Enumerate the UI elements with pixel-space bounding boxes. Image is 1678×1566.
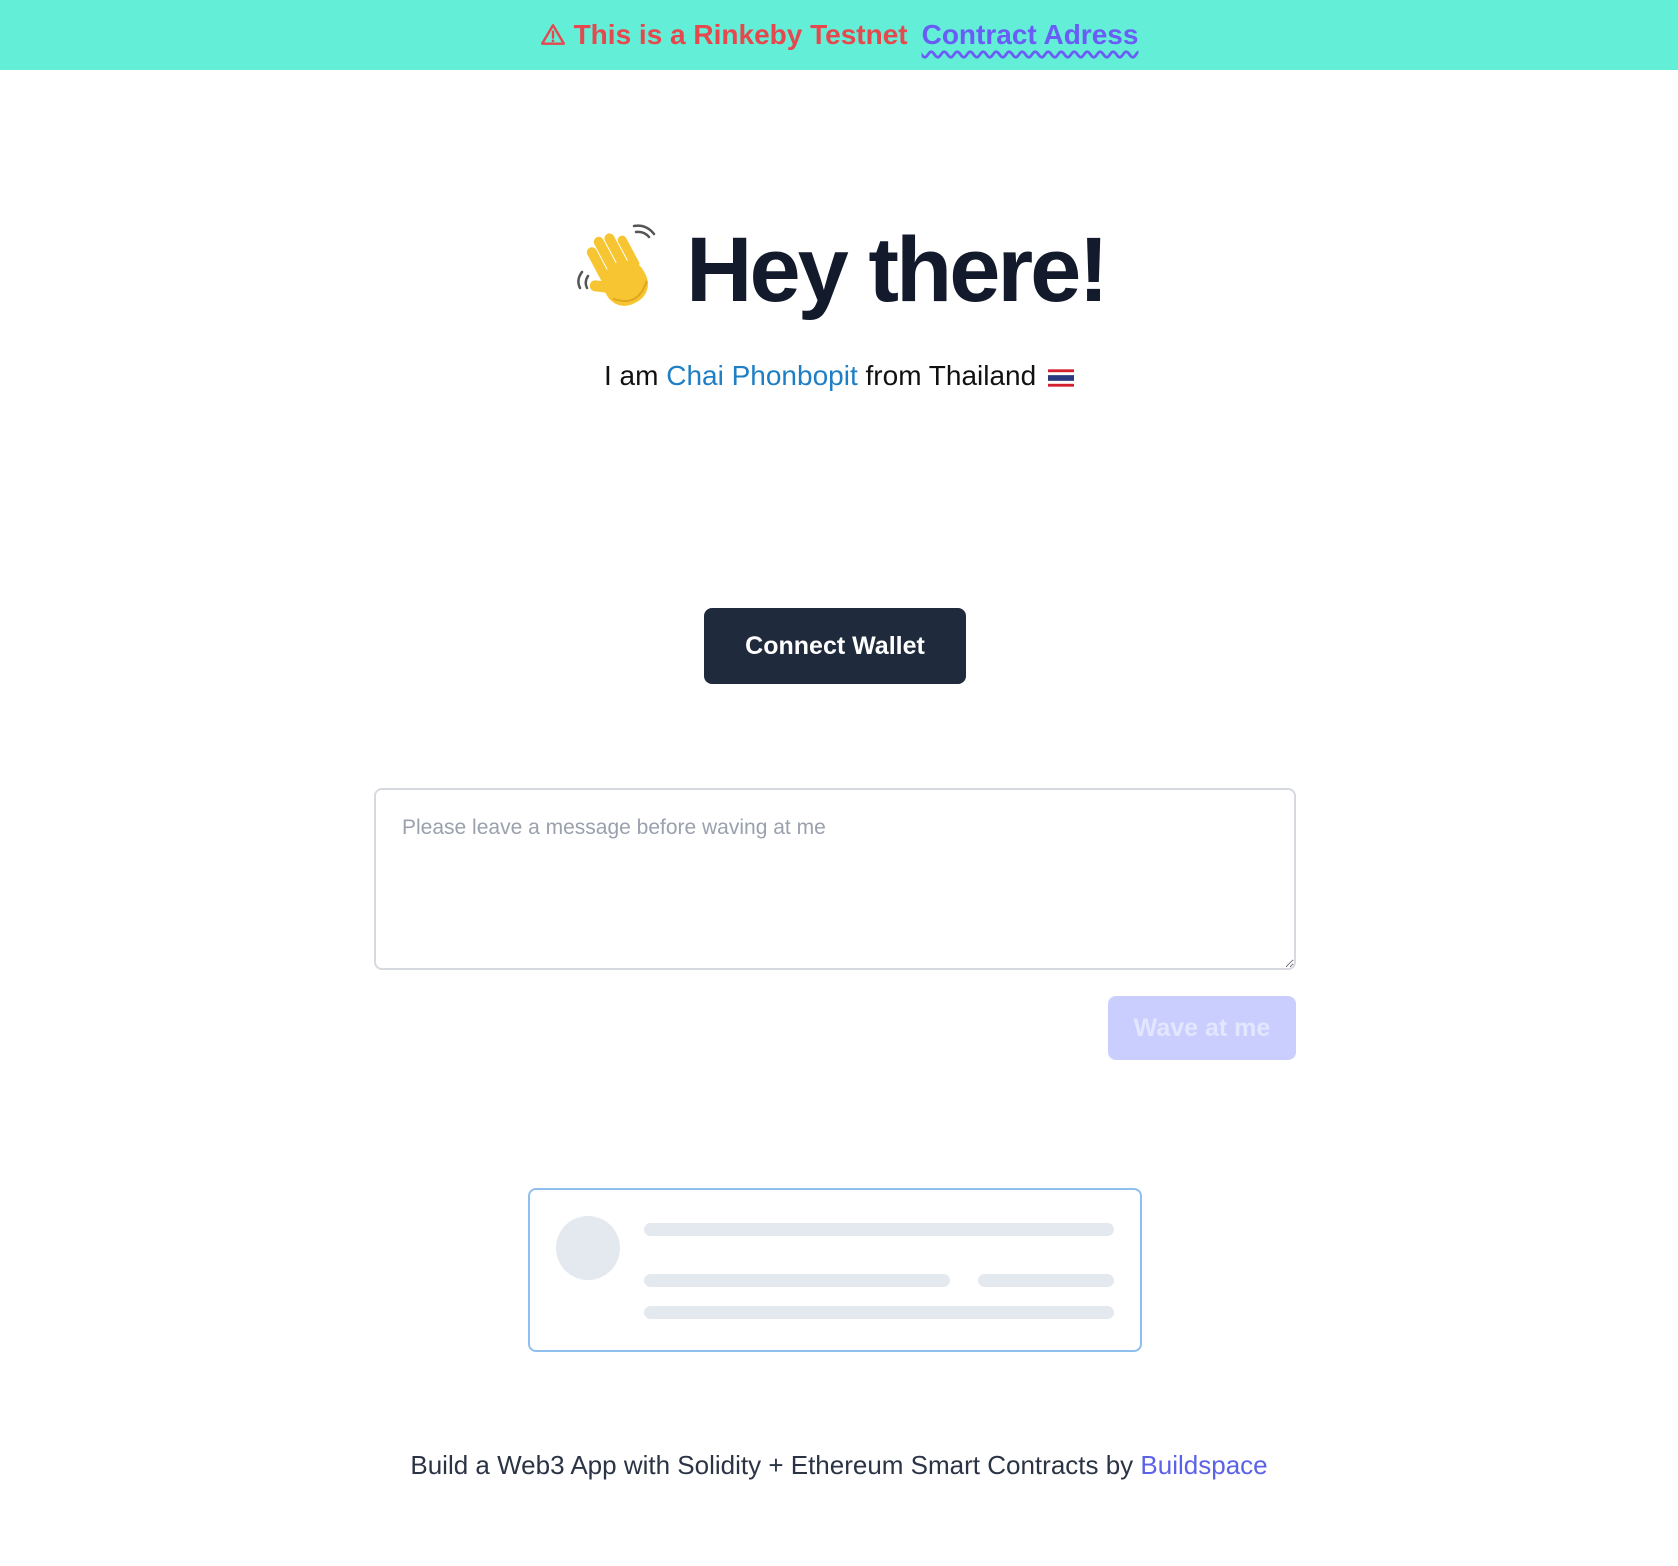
intro-line: I am Chai Phonbopit from Thailand <box>0 360 1678 392</box>
message-input[interactable] <box>374 788 1296 970</box>
page-title: Hey there! <box>686 219 1109 321</box>
hero: Hey there! <box>0 220 1678 320</box>
contract-address-link[interactable]: Contract Adress <box>922 19 1139 51</box>
testnet-warning-text: This is a Rinkeby Testnet <box>573 19 908 50</box>
footer: Build a Web3 App with Solidity + Ethereu… <box>0 1450 1678 1481</box>
skeleton-line <box>644 1274 950 1287</box>
skeleton-line <box>978 1274 1114 1287</box>
warning-triangle-icon <box>540 24 565 45</box>
testnet-warning: This is a Rinkeby Testnet <box>540 19 908 51</box>
wave-at-me-button[interactable]: Wave at me <box>1108 996 1296 1060</box>
wave-list-skeleton <box>528 1188 1142 1352</box>
thailand-flag-icon <box>1047 368 1074 387</box>
buildspace-link[interactable]: Buildspace <box>1140 1450 1267 1480</box>
intro-prefix: I am <box>604 360 659 391</box>
footer-text: Build a Web3 App with Solidity + Ethereu… <box>410 1450 1134 1480</box>
skeleton-avatar <box>556 1216 620 1280</box>
skeleton-line <box>644 1223 1114 1236</box>
skeleton-line <box>644 1306 1114 1319</box>
testnet-banner: This is a Rinkeby Testnet Contract Adres… <box>0 0 1678 70</box>
author-name-link[interactable]: Chai Phonbopit <box>666 360 857 391</box>
connect-wallet-button[interactable]: Connect Wallet <box>704 608 966 684</box>
waving-hand-icon <box>577 224 656 306</box>
intro-suffix: from Thailand <box>865 360 1037 391</box>
